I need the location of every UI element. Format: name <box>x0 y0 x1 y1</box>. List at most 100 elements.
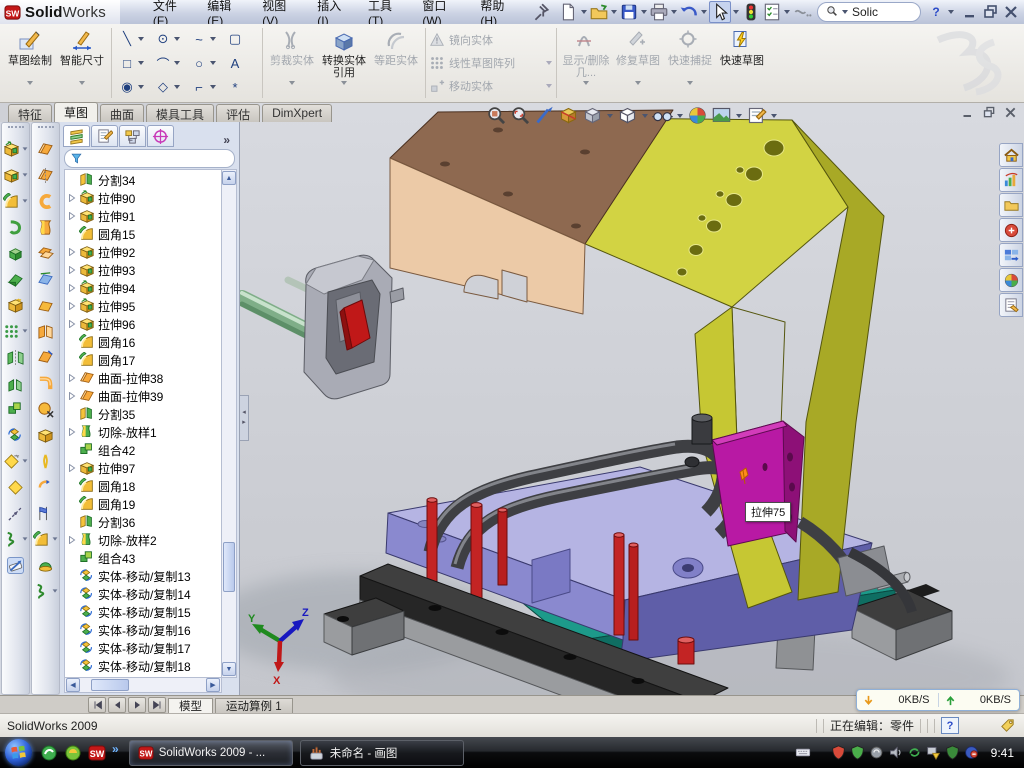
reference-axis-icon[interactable] <box>7 505 24 522</box>
document-close-button[interactable] <box>1003 105 1018 120</box>
tree-item[interactable]: 组合43 <box>65 549 221 567</box>
ribbon-button-convert-entities[interactable]: 转换实体引用 <box>318 24 370 102</box>
dimxpert-manager-tab[interactable] <box>147 125 174 147</box>
draft-icon[interactable] <box>7 479 24 496</box>
solidworks-launcher-icon[interactable]: SW <box>88 744 106 762</box>
rebuild-traffic-light-icon[interactable] <box>741 2 761 22</box>
extruded-surface-icon[interactable] <box>37 141 54 158</box>
ribbon-button-offset-entities[interactable]: 等距实体 <box>370 24 422 102</box>
overflow-item-icon[interactable] <box>792 2 812 22</box>
hole-wizard-icon[interactable] <box>7 297 24 314</box>
security-center-icon[interactable] <box>64 744 82 762</box>
toolbar-grip[interactable] <box>8 126 24 133</box>
zoom-area-icon[interactable] <box>510 105 531 126</box>
planar-surface-icon[interactable] <box>37 297 54 314</box>
property-manager-tab[interactable] <box>91 125 118 147</box>
print-icon[interactable] <box>649 2 669 22</box>
close-button[interactable] <box>1002 3 1020 21</box>
tree-item[interactable]: 分割34 <box>65 171 221 189</box>
text-tool[interactable]: A <box>223 56 259 71</box>
defender-shield-icon[interactable] <box>945 745 960 760</box>
move-copy-body-icon[interactable] <box>7 427 24 444</box>
expand-arrow-icon[interactable] <box>68 194 79 202</box>
extruded-boss-icon[interactable] <box>3 141 20 158</box>
revolved-boss-icon[interactable] <box>7 245 24 262</box>
tree-item[interactable]: 拉伸92 <box>65 243 221 261</box>
feature-manager-tab[interactable] <box>63 125 90 147</box>
tree-item[interactable]: 实体-移动/复制15 <box>65 603 221 621</box>
tab-曲面[interactable]: 曲面 <box>100 104 144 122</box>
expand-arrow-icon[interactable] <box>68 248 79 256</box>
help-button[interactable]: ? <box>926 2 946 22</box>
taskbar-task-paint[interactable]: 未命名 - 画图 <box>300 740 464 766</box>
document-restore-button[interactable] <box>982 105 997 120</box>
expand-arrow-icon[interactable] <box>68 392 79 400</box>
tree-filter-input[interactable] <box>64 149 235 168</box>
messenger-ball-icon[interactable] <box>964 745 979 760</box>
magenta-insert-block[interactable] <box>712 421 804 546</box>
tree-item[interactable]: 拉伸91 <box>65 207 221 225</box>
panel-splitter-handle[interactable]: ◂▸ <box>240 395 249 441</box>
scroll-up-button[interactable]: ▲ <box>222 171 236 185</box>
lofted-surface-icon[interactable] <box>37 219 54 236</box>
view-orientation-icon[interactable] <box>582 105 603 126</box>
toolbox-tab[interactable] <box>999 218 1023 242</box>
tree-item[interactable]: 拉伸95 <box>65 297 221 315</box>
cut-solid-icon[interactable] <box>7 271 24 288</box>
surface-fillet-icon[interactable] <box>33 531 50 548</box>
tree-item[interactable]: 曲面-拉伸38 <box>65 369 221 387</box>
start-button[interactable] <box>5 739 32 766</box>
tag-icon[interactable] <box>999 717 1016 734</box>
hose-stub[interactable] <box>692 414 712 444</box>
ellipse-tool[interactable]: ○ <box>187 56 223 71</box>
model-tab-模型[interactable]: 模型 <box>168 698 213 713</box>
panel-chevron-icon[interactable]: » <box>217 133 236 147</box>
arc-tool[interactable]: ⌒ <box>151 54 187 73</box>
swept-surface-icon[interactable] <box>37 193 54 210</box>
vertical-scroll-thumb[interactable] <box>223 542 235 592</box>
ribbon-button-repair-sketch[interactable]: 修复草图 <box>612 24 664 102</box>
section-view-icon[interactable] <box>558 105 579 126</box>
tree-item[interactable]: 曲面-拉伸39 <box>65 387 221 405</box>
expand-arrow-icon[interactable] <box>68 284 79 292</box>
tree-item[interactable]: 拉伸94 <box>65 279 221 297</box>
expand-arrow-icon[interactable] <box>68 266 79 274</box>
mirror-feature-icon[interactable] <box>7 349 24 366</box>
helix-icon[interactable] <box>3 531 20 548</box>
scroll-right-button[interactable]: ▶ <box>206 678 220 692</box>
tree-item[interactable]: 切除-放样1 <box>65 423 221 441</box>
new-document-icon[interactable] <box>559 2 579 22</box>
replace-face-icon[interactable] <box>37 427 54 444</box>
document-minimize-button[interactable] <box>961 105 976 120</box>
combine-icon[interactable] <box>7 401 24 418</box>
expand-arrow-icon[interactable] <box>68 464 79 472</box>
expand-arrow-icon[interactable] <box>68 212 79 220</box>
options-list-icon[interactable] <box>762 2 782 22</box>
network-warning-icon[interactable] <box>926 745 941 760</box>
prev-view-button[interactable] <box>108 697 126 713</box>
tree-item[interactable]: 分割36 <box>65 513 221 531</box>
delete-face-icon[interactable] <box>37 401 54 418</box>
tree-item[interactable]: 拉伸90 <box>65 189 221 207</box>
sync-agent-icon[interactable] <box>907 745 922 760</box>
ribbon-button-sketch[interactable]: 草图绘制 <box>4 24 56 102</box>
tree-item[interactable]: 实体-移动/复制16 <box>65 621 221 639</box>
instant3d-icon[interactable] <box>7 557 24 574</box>
circle-tool[interactable]: ⊙ <box>151 31 187 47</box>
restore-button[interactable] <box>982 3 1000 21</box>
expand-arrow-icon[interactable] <box>68 320 79 328</box>
tree-item[interactable]: 圆角19 <box>65 495 221 513</box>
last-view-button[interactable] <box>148 697 166 713</box>
ribbon-button-rapid-sketch[interactable]: 快速草图 <box>716 24 768 102</box>
tree-item[interactable]: 拉伸97 <box>65 459 221 477</box>
dome-icon[interactable] <box>37 557 54 574</box>
tree-item[interactable]: 分割35 <box>65 405 221 423</box>
select-arrow-icon[interactable] <box>709 1 731 23</box>
tree-vertical-scrollbar[interactable]: ▲ ▼ <box>221 169 237 678</box>
security-shield-icon[interactable] <box>850 745 865 760</box>
scroll-left-button[interactable]: ◀ <box>66 678 80 692</box>
tree-item[interactable]: 拉伸96 <box>65 315 221 333</box>
surface-elbow-icon[interactable] <box>37 375 54 392</box>
pin-icon[interactable] <box>531 2 551 22</box>
sketch-fillet-tool[interactable]: ⌐ <box>187 80 223 95</box>
